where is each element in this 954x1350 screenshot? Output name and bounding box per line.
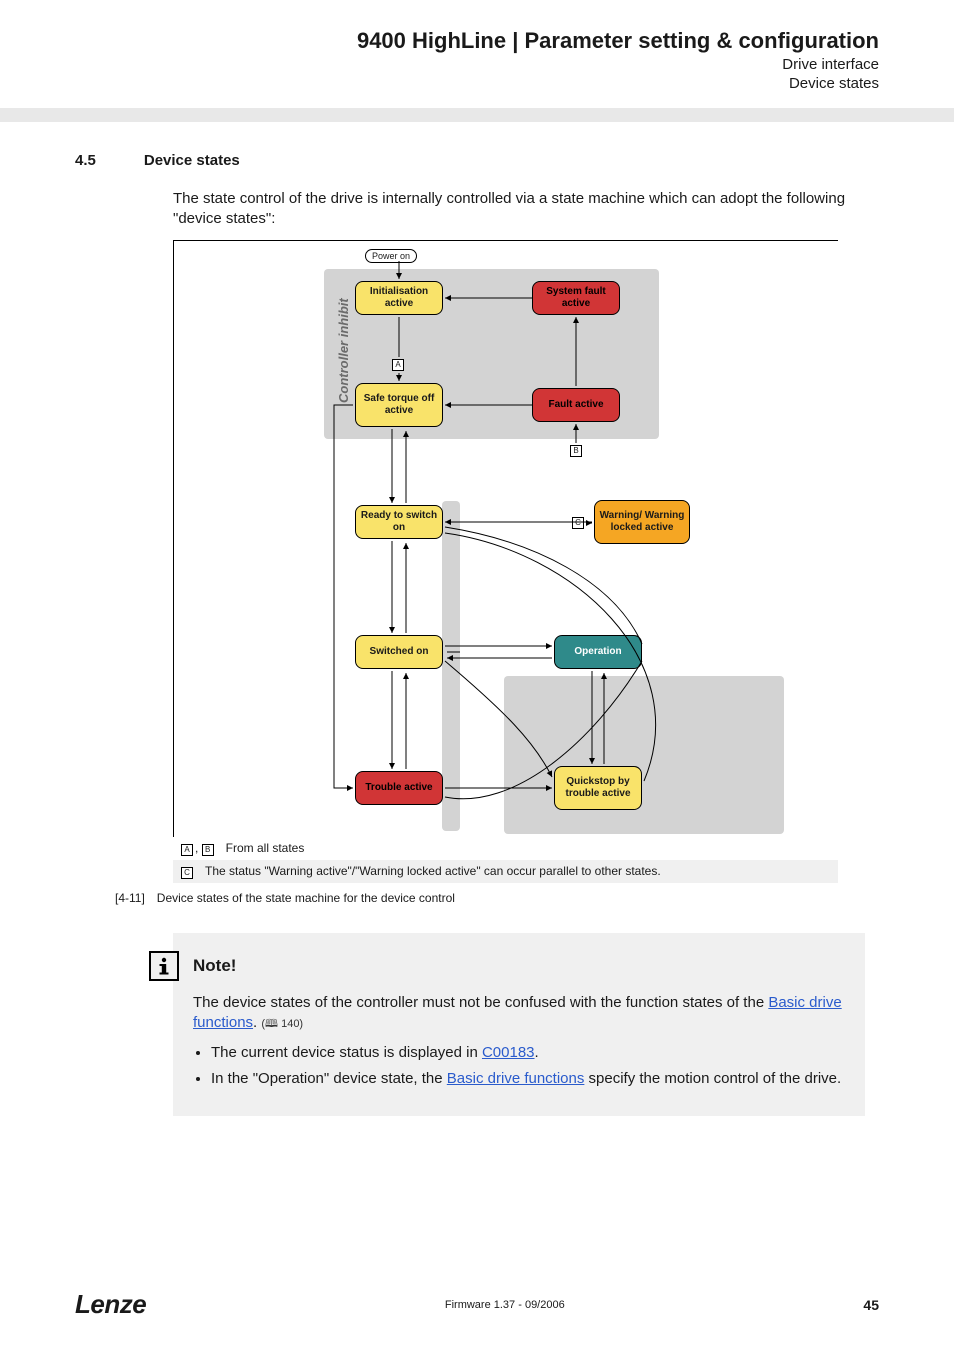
section-number: 4.5 (75, 152, 96, 169)
legend-ab-text: From all states (226, 841, 305, 856)
legend-mark-a: A (181, 844, 193, 856)
power-on-pill: Power on (365, 249, 417, 263)
link-basic-drive-functions-2[interactable]: Basic drive functions (447, 1070, 585, 1087)
section-title: Device states (144, 152, 240, 169)
note-bullet-2: In the "Operation" device state, the Bas… (211, 1069, 845, 1089)
state-fault-active: Fault active (532, 388, 620, 422)
page-number: 45 (863, 1297, 879, 1313)
doc-sub2: Device states (75, 75, 879, 92)
state-safe-torque-off: Safe torque off active (355, 383, 443, 427)
divider-strip (0, 108, 954, 122)
doc-sub1: Drive interface (75, 56, 879, 73)
legend-mark-c: C (181, 867, 193, 879)
legend-c-text: The status "Warning active"/"Warning loc… (205, 864, 661, 879)
state-diagram: Controller inhibit Power on Initialisati… (173, 240, 838, 837)
state-switched-on: Switched on (355, 635, 443, 669)
state-operation: Operation (554, 635, 642, 669)
mark-a: A (392, 359, 404, 371)
info-icon (149, 951, 179, 981)
state-trouble: Trouble active (355, 771, 443, 805)
controller-inhibit-label: Controller inhibit (336, 298, 351, 403)
diagram-legend: A, B From all states C The status "Warni… (173, 837, 838, 883)
doc-title: 9400 HighLine | Parameter setting & conf… (75, 28, 879, 54)
note-bullet-1: The current device status is displayed i… (211, 1043, 845, 1063)
state-warning: Warning/ Warning locked active (594, 500, 690, 544)
figure-caption: Device states of the state machine for t… (157, 891, 455, 905)
brand-logo: Lenze (75, 1289, 146, 1320)
state-initialisation: Initialisation active (355, 281, 443, 315)
state-system-fault: System fault active (532, 281, 620, 315)
mark-b: B (570, 445, 582, 457)
link-c00183[interactable]: C00183 (482, 1044, 535, 1061)
note-pageref: (🕮 140) (261, 1018, 303, 1030)
section-intro: The state control of the drive is intern… (173, 189, 879, 230)
note-text-pre: The device states of the controller must… (193, 994, 768, 1011)
state-ready: Ready to switch on (355, 505, 443, 539)
state-quickstop: Quickstop by trouble active (554, 766, 642, 810)
firmware-label: Firmware 1.37 - 09/2006 (445, 1299, 565, 1311)
mark-c: C (572, 517, 584, 529)
legend-mark-b: B (202, 844, 214, 856)
note-block: Note! The device states of the controlle… (173, 933, 865, 1116)
note-title: Note! (193, 956, 236, 976)
figure-ref: [4-11] (115, 891, 145, 905)
